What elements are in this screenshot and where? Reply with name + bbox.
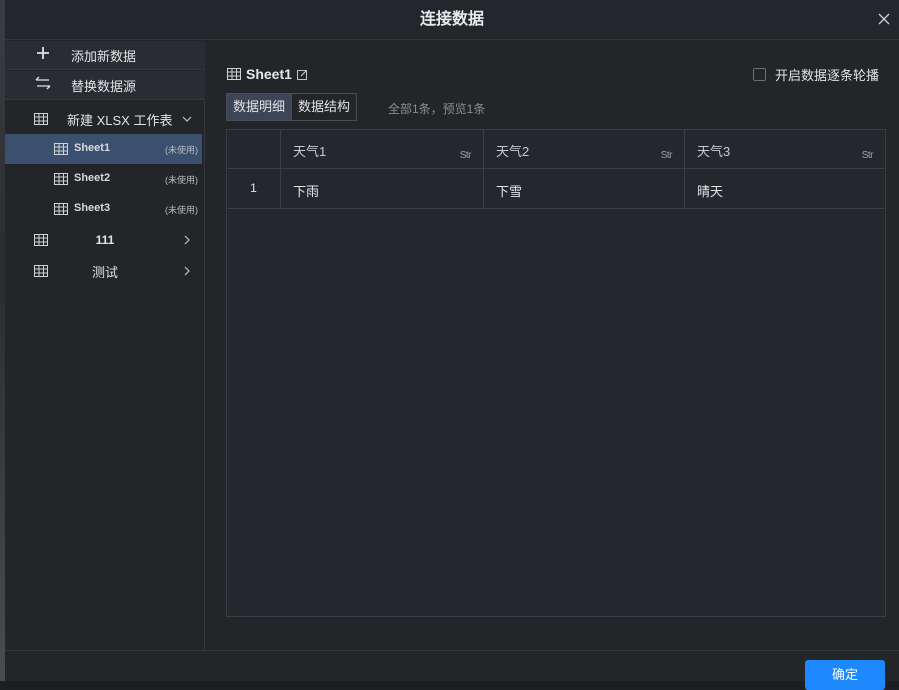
swap-icon <box>33 76 53 95</box>
sidebar-item-source-111[interactable]: 111 <box>5 225 205 255</box>
column-header[interactable]: 天气1 Str <box>281 130 484 169</box>
sheet-status: (未使用) <box>165 205 198 215</box>
source-label: 测试 <box>91 264 118 280</box>
table-icon <box>34 113 48 125</box>
data-source-sidebar: 添加新数据 替换数据源 新建 XLSX 工作表 Sheet1 (未使用) She… <box>5 41 205 650</box>
add-data-label: 添加新数据 <box>71 48 137 64</box>
row-count-text: 全部1条，预览1条 <box>388 102 486 116</box>
sheet-status: (未使用) <box>165 145 198 155</box>
sidebar-item-source-test[interactable]: 测试 <box>5 256 205 286</box>
column-header[interactable]: 天气3 Str <box>685 130 885 169</box>
chevron-down-icon <box>182 116 192 122</box>
table-cell[interactable]: 晴天 <box>685 169 885 209</box>
tab-data-detail[interactable]: 数据明细 <box>227 94 292 120</box>
plus-icon <box>33 46 53 65</box>
source-label: 111 <box>95 233 115 247</box>
sheet-name: Sheet3 <box>74 202 111 214</box>
table-icon <box>54 143 68 155</box>
sheet-preview-panel: Sheet1 开启数据逐条轮播 数据明细 数据结构 全部1条，预览1条 天气1 … <box>206 41 899 650</box>
replace-source-button[interactable]: 替换数据源 <box>5 71 205 100</box>
workbook-label: 新建 XLSX 工作表 <box>67 112 173 128</box>
replace-source-label: 替换数据源 <box>71 78 137 94</box>
sheet-name: Sheet2 <box>74 172 111 184</box>
sheet-status: (未使用) <box>165 175 198 185</box>
carousel-label: 开启数据逐条轮播 <box>774 68 879 83</box>
column-name: 天气1 <box>293 144 327 159</box>
table-icon <box>54 173 68 185</box>
dialog-titlebar: 连接数据 <box>5 0 899 40</box>
chevron-right-icon <box>184 266 190 276</box>
column-type: Str <box>861 150 874 161</box>
connect-data-dialog: 连接数据 添加新数据 替换数据源 新建 XLSX 工作表 Sheet1 (未使用… <box>5 0 899 690</box>
table-cell[interactable]: 下雨 <box>281 169 484 209</box>
table-icon <box>54 203 68 215</box>
table-icon <box>227 68 241 80</box>
close-icon[interactable] <box>877 12 891 26</box>
row-index: 1 <box>227 169 281 209</box>
sheet-title: Sheet1 <box>227 65 308 83</box>
sidebar-item-sheet3[interactable]: Sheet3 (未使用) <box>5 194 202 224</box>
view-tabs: 数据明细 数据结构 <box>226 93 358 121</box>
column-type: Str <box>660 150 673 161</box>
column-header[interactable]: 天气2 Str <box>484 130 685 169</box>
chevron-right-icon <box>184 235 190 245</box>
add-data-button[interactable]: 添加新数据 <box>5 41 205 70</box>
column-name: 天气2 <box>496 144 530 159</box>
data-preview-table: 天气1 Str 天气2 Str 天气3 Str 1 下雨 下雪 晴天 <box>226 129 886 617</box>
confirm-button[interactable]: 确定 <box>805 660 885 690</box>
sidebar-item-workbook[interactable]: 新建 XLSX 工作表 <box>5 104 205 134</box>
index-header <box>227 130 281 169</box>
sidebar-item-sheet1[interactable]: Sheet1 (未使用) <box>5 134 202 164</box>
table-cell[interactable]: 下雪 <box>484 169 685 209</box>
sheet-name: Sheet1 <box>74 142 111 154</box>
carousel-checkbox[interactable] <box>752 68 766 81</box>
tab-data-structure[interactable]: 数据结构 <box>291 94 356 120</box>
edit-icon[interactable] <box>296 69 308 80</box>
carousel-toggle[interactable]: 开启数据逐条轮播 <box>752 65 879 84</box>
dialog-title: 连接数据 <box>419 11 484 28</box>
column-name: 天气3 <box>697 144 731 159</box>
dialog-footer: 确定 <box>5 650 899 690</box>
column-type: Str <box>459 150 472 161</box>
sheet-title-text: Sheet1 <box>246 66 292 82</box>
sidebar-item-sheet2[interactable]: Sheet2 (未使用) <box>5 164 202 194</box>
